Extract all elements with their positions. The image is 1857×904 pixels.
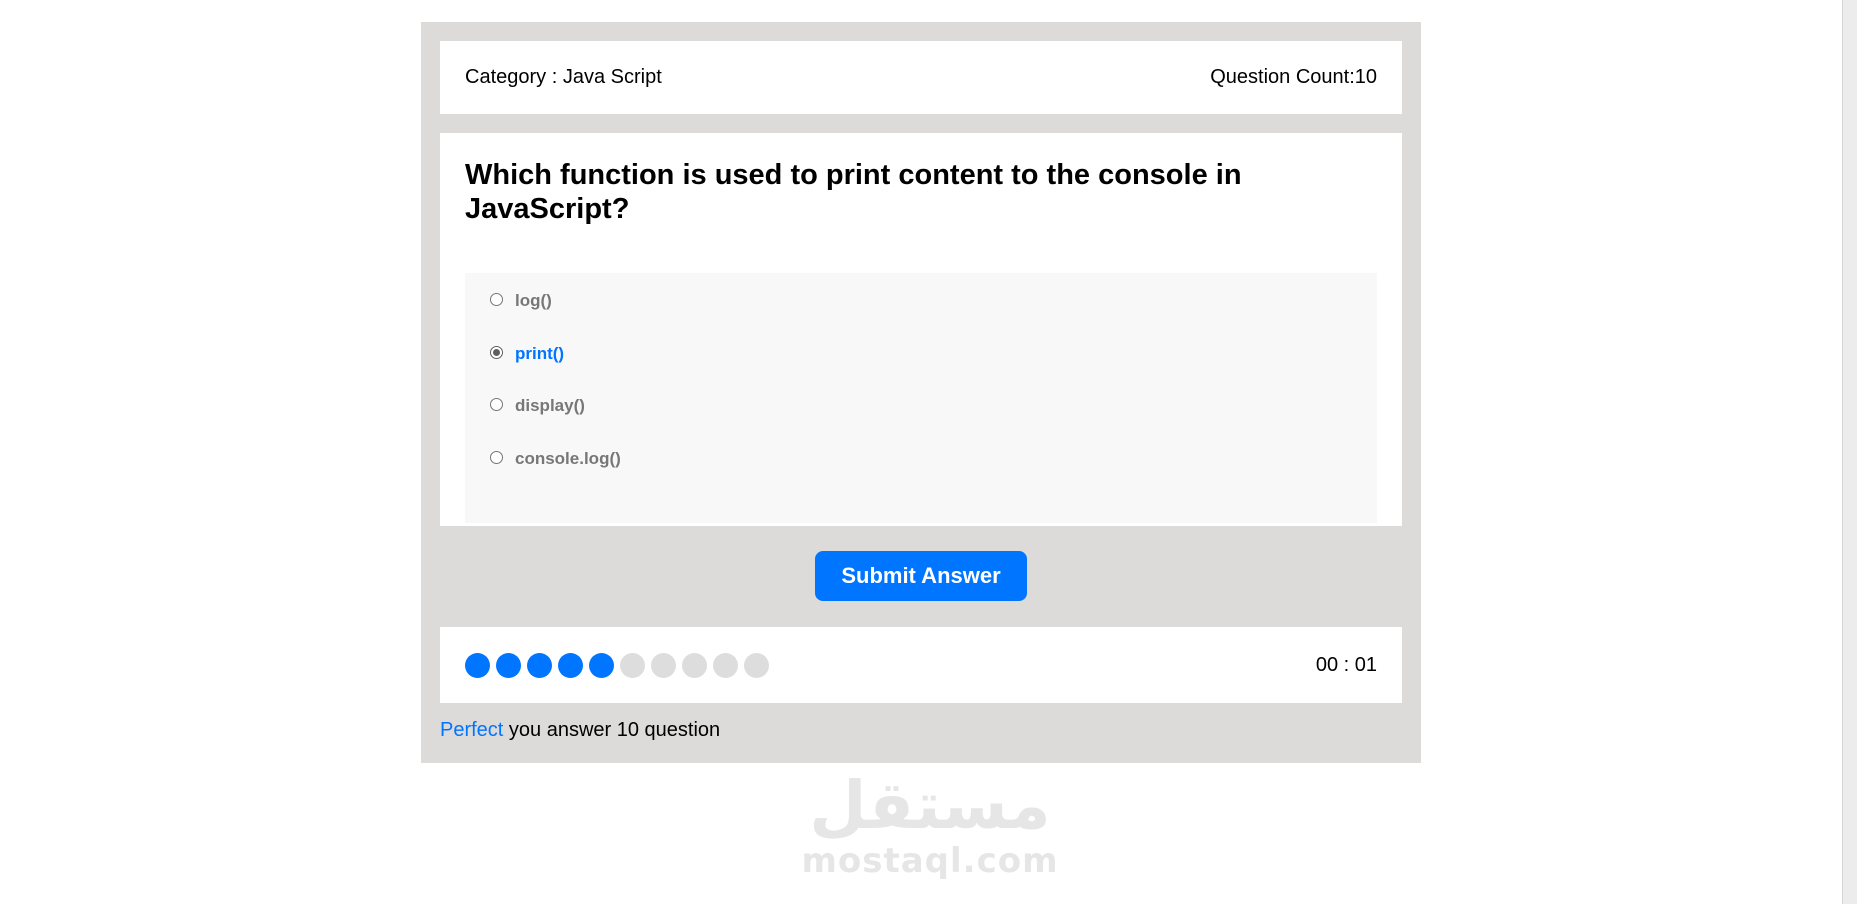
quiz-info-bar: Category : Java Script Question Count:10 — [440, 41, 1402, 114]
results: Perfect you answer 10 question — [440, 719, 720, 742]
watermark-latin: mostaql.com — [801, 841, 1059, 881]
question-count: Question Count:10 — [1210, 66, 1377, 88]
submit-answer-button[interactable]: Submit Answer — [815, 551, 1027, 601]
question-title: Which function is used to print content … — [465, 159, 1242, 225]
radio-button-checked[interactable] — [490, 345, 503, 359]
answer-option-4[interactable]: console.log() — [490, 444, 621, 474]
progress-bullet-answered — [465, 652, 490, 678]
progress-bullet-pending — [651, 652, 676, 678]
mostaql-watermark-logo: مستقل mostaql.com — [800, 770, 1060, 885]
answer-option-1[interactable]: log() — [490, 286, 552, 316]
answer-label[interactable]: console.log() — [515, 449, 621, 469]
progress-bullets — [465, 652, 769, 678]
watermark-arabic: مستقل — [809, 767, 1051, 844]
window-scrollbar[interactable] — [1842, 0, 1857, 904]
progress-bullet-answered — [589, 652, 614, 678]
progress-bullet-pending — [620, 652, 645, 678]
radio-button[interactable] — [490, 397, 503, 411]
category-label: Category : Java Script — [465, 66, 662, 88]
answers-area: log() print() display() console.log() — [465, 273, 1377, 523]
progress-bullet-answered — [527, 652, 552, 678]
answer-label[interactable]: log() — [515, 291, 552, 311]
result-message: you answer 10 question — [508, 719, 721, 741]
progress-bullet-answered — [496, 652, 521, 678]
radio-button[interactable] — [490, 292, 503, 306]
countdown-timer: 00 : 01 — [1315, 653, 1377, 676]
progress-bullet-pending — [713, 652, 738, 678]
radio-button[interactable] — [490, 450, 503, 464]
answer-option-3[interactable]: display() — [490, 391, 585, 421]
answer-option-2[interactable]: print() — [490, 339, 564, 369]
progress-bullet-answered — [558, 652, 583, 678]
progress-bullet-pending — [744, 652, 769, 678]
quiz-area: Which function is used to print content … — [440, 133, 1402, 526]
answer-label-selected[interactable]: print() — [515, 344, 564, 364]
progress-bullet-pending — [682, 652, 707, 678]
result-rating: Perfect — [440, 719, 504, 741]
quiz-app: Category : Java Script Question Count:10… — [421, 22, 1421, 763]
answer-label[interactable]: display() — [515, 396, 585, 416]
progress-bar: 00 : 01 — [440, 627, 1402, 703]
